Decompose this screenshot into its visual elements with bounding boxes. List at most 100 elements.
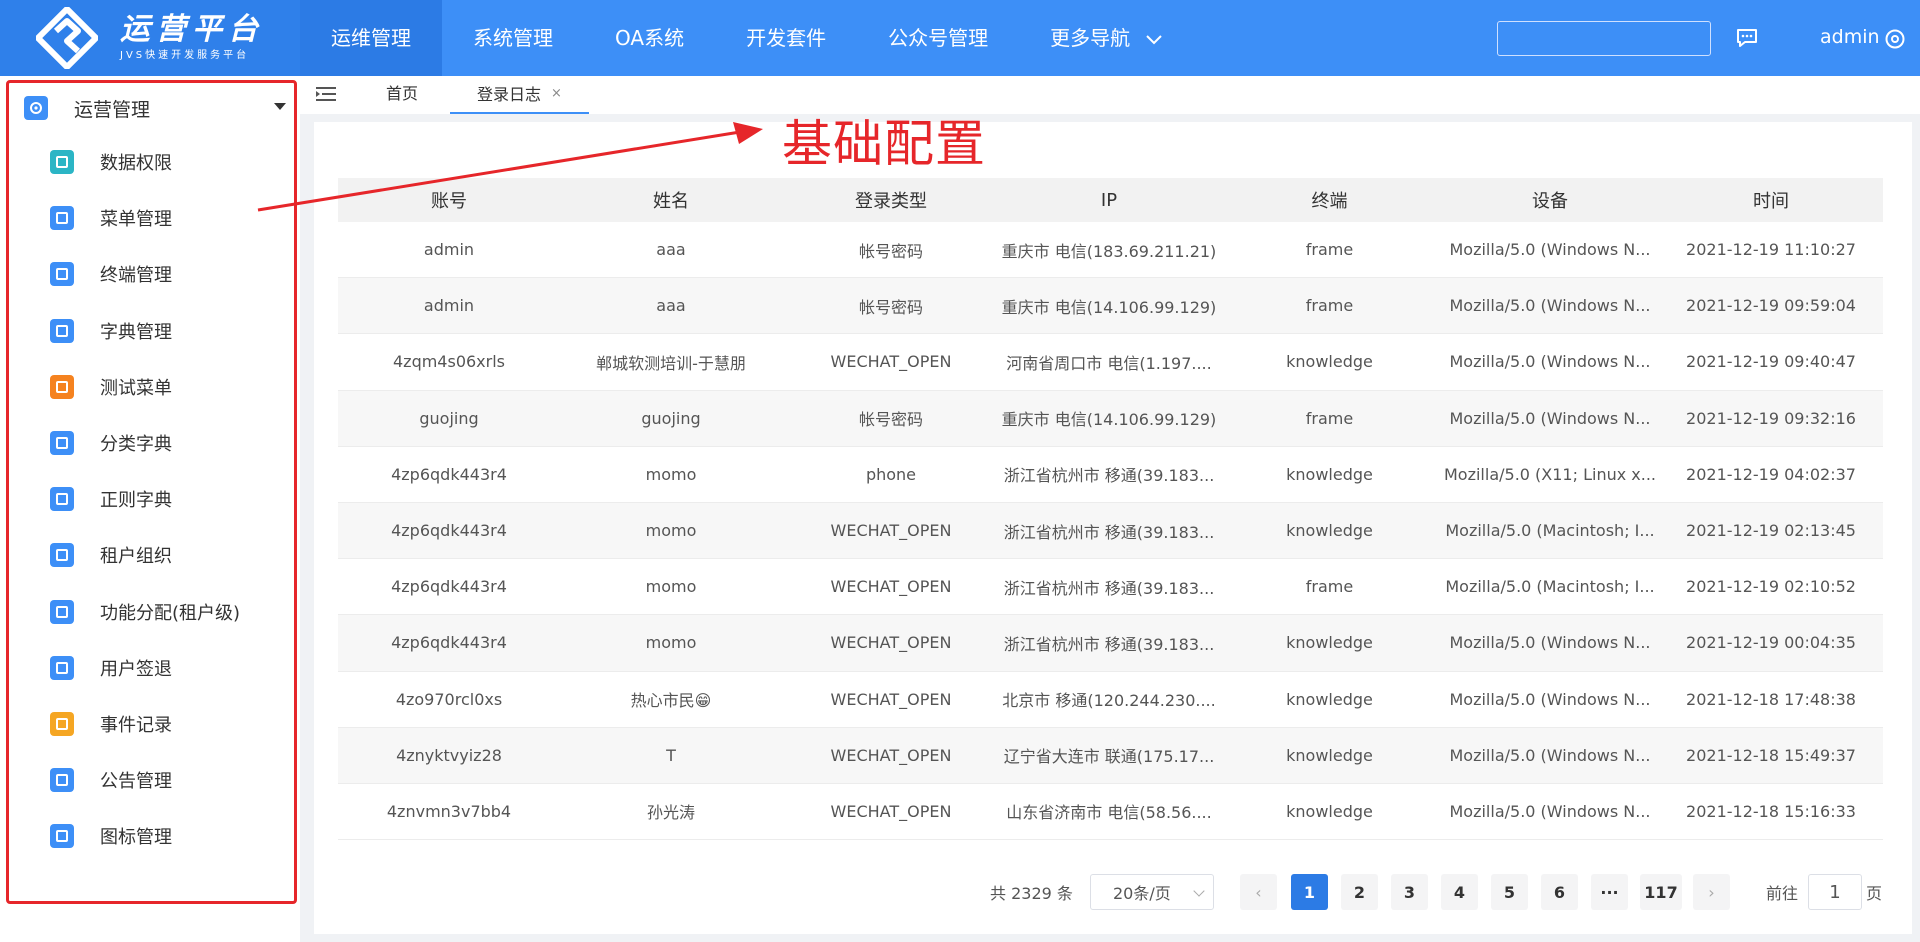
cell-device: Mozilla/5.0 (Windows N... bbox=[1449, 633, 1651, 653]
cell-account: 4zp6qdk443r4 bbox=[391, 464, 507, 484]
nav-system[interactable]: 系统管理 bbox=[442, 0, 584, 76]
sidebar-item-10[interactable]: 事件记录 bbox=[50, 704, 286, 744]
table-row[interactable]: 4znyktvyiz28 T WECHAT_OPEN 辽宁省大连市 联通(175.17… bbox=[338, 727, 1883, 784]
table-row[interactable]: admin aaa 帐号密码 重庆市 电信(183.69.211.21) frame Mo… bbox=[338, 222, 1883, 279]
page-button[interactable]: 117 bbox=[1640, 874, 1682, 910]
cell-time: 2021-12-19 09:32:16 bbox=[1686, 408, 1856, 428]
search-input[interactable] bbox=[1497, 21, 1711, 56]
sidebar-item-3[interactable]: 字典管理 bbox=[50, 311, 286, 351]
cell-device: Mozilla/5.0 (Windows N... bbox=[1449, 352, 1651, 372]
nav-devkit[interactable]: 开发套件 bbox=[715, 0, 857, 76]
sidebar-item-5[interactable]: 分类字典 bbox=[50, 423, 286, 463]
cell-time: 2021-12-19 02:10:52 bbox=[1686, 577, 1856, 597]
cell-ip: 北京市 移通(120.244.230.... bbox=[1002, 691, 1216, 711]
chevron-down-icon bbox=[1193, 885, 1205, 897]
column-header-ip[interactable]: IP bbox=[1000, 178, 1218, 222]
menu-item-icon bbox=[50, 768, 74, 793]
user-name[interactable]: admin bbox=[1820, 26, 1880, 48]
column-header-time[interactable]: 时间 bbox=[1659, 178, 1883, 222]
cell-ip: 河南省周口市 电信(1.197.... bbox=[1006, 353, 1212, 373]
sidebar-item-label: 分类字典 bbox=[100, 434, 172, 455]
column-header-account[interactable]: 账号 bbox=[338, 178, 560, 222]
table-row[interactable]: admin aaa 帐号密码 重庆市 电信(14.106.99.129) frame Mo… bbox=[338, 278, 1883, 335]
cell-login-type: 帐号密码 bbox=[858, 410, 923, 430]
sidebar-item-8[interactable]: 功能分配(租户级) bbox=[50, 592, 286, 632]
page-size-select[interactable]: 20条/页 bbox=[1090, 874, 1214, 910]
cell-login-type: WECHAT_OPEN bbox=[830, 745, 952, 765]
column-header-terminal[interactable]: 终端 bbox=[1218, 178, 1441, 222]
prev-page-button[interactable]: ‹ bbox=[1240, 874, 1277, 910]
cell-name: 孙光涛 bbox=[646, 803, 695, 823]
cell-ip: 浙江省杭州市 移通(39.183... bbox=[1003, 466, 1215, 486]
cell-terminal: knowledge bbox=[1286, 689, 1373, 709]
sidebar-group-ops[interactable]: 运营管理 bbox=[24, 90, 286, 126]
message-icon[interactable] bbox=[1736, 28, 1758, 48]
goto-page-input[interactable]: 1 bbox=[1808, 874, 1862, 910]
tab-home[interactable]: 首页 bbox=[364, 76, 440, 114]
cell-ip: 辽宁省大连市 联通(175.17... bbox=[1003, 747, 1215, 767]
table-row[interactable]: guojing guojing 帐号密码 重庆市 电信(14.106.99.129) f… bbox=[338, 390, 1883, 447]
tab-login-log[interactable]: 登录日志 × bbox=[450, 76, 589, 114]
next-page-button[interactable]: › bbox=[1693, 874, 1730, 910]
close-icon[interactable]: × bbox=[551, 86, 562, 101]
sidebar-item-1[interactable]: 菜单管理 bbox=[50, 198, 286, 238]
table-row[interactable]: 4zqm4s06xrls 郸城软测培训-于慧朋 WECHAT_OPEN 河南省周口市 … bbox=[338, 334, 1883, 391]
table-row[interactable]: 4zp6qdk443r4 momo WECHAT_OPEN 浙江省杭州市 移通(39.… bbox=[338, 615, 1883, 672]
cell-time: 2021-12-18 17:48:38 bbox=[1686, 689, 1856, 709]
cell-terminal: knowledge bbox=[1286, 521, 1373, 541]
cell-time: 2021-12-18 15:49:37 bbox=[1686, 745, 1856, 765]
cell-device: Mozilla/5.0 (Windows N... bbox=[1449, 296, 1651, 316]
sidebar-item-6[interactable]: 正则字典 bbox=[50, 479, 286, 519]
logo[interactable]: 运营平台 JVS快速开发服务平台 bbox=[0, 0, 300, 76]
table-row[interactable]: 4zp6qdk443r4 momo phone 浙江省杭州市 移通(39.183...… bbox=[338, 447, 1883, 503]
sidebar-item-12[interactable]: 图标管理 bbox=[50, 816, 286, 856]
nav-oa[interactable]: OA系统 bbox=[584, 0, 715, 76]
page-button[interactable]: 4 bbox=[1441, 874, 1478, 910]
column-header-device[interactable]: 设备 bbox=[1441, 178, 1659, 222]
cell-terminal: knowledge bbox=[1286, 801, 1373, 821]
sidebar-item-0[interactable]: 数据权限 bbox=[50, 142, 286, 182]
menu-item-icon bbox=[50, 150, 74, 174]
cell-account: 4znyktvyiz28 bbox=[396, 745, 502, 765]
column-header-name[interactable]: 姓名 bbox=[560, 178, 782, 222]
cell-login-type: 帐号密码 bbox=[858, 297, 923, 317]
logo-subtitle: JVS快速开发服务平台 bbox=[120, 50, 250, 61]
sidebar-item-2[interactable]: 终端管理 bbox=[50, 254, 286, 294]
sidebar-item-11[interactable]: 公告管理 bbox=[50, 760, 286, 800]
menu-item-icon bbox=[50, 599, 74, 624]
cell-device: Mozilla/5.0 (Macintosh; I... bbox=[1445, 521, 1655, 541]
cell-time: 2021-12-19 04:02:37 bbox=[1686, 464, 1856, 484]
table-row[interactable]: 4zo970rcl0xs 热心市民😁 WECHAT_OPEN 北京市 移通(120.2… bbox=[338, 672, 1883, 728]
column-header-login-type[interactable]: 登录类型 bbox=[782, 178, 1000, 222]
page-button[interactable]: 6 bbox=[1541, 874, 1578, 910]
caret-down-icon bbox=[274, 103, 286, 110]
cell-device: Mozilla/5.0 (Windows N... bbox=[1449, 408, 1651, 428]
menu-collapse-icon[interactable] bbox=[316, 86, 336, 102]
nav-ops[interactable]: 运维管理 bbox=[300, 0, 442, 76]
table-row[interactable]: 4zp6qdk443r4 momo WECHAT_OPEN 浙江省杭州市 移通(39.… bbox=[338, 559, 1883, 616]
chevron-down-icon bbox=[1146, 34, 1163, 44]
sidebar-item-label: 租户组织 bbox=[100, 546, 172, 568]
page-button[interactable]: 3 bbox=[1391, 874, 1428, 910]
page-button[interactable]: 2 bbox=[1341, 874, 1378, 910]
table-header: 账号 姓名 登录类型 IP 终端 设备 时间 bbox=[338, 178, 1883, 222]
page-button[interactable]: 1 bbox=[1291, 874, 1328, 910]
cell-login-type: WECHAT_OPEN bbox=[830, 801, 952, 821]
menu-item-icon bbox=[50, 374, 74, 399]
nav-more[interactable]: 更多导航 bbox=[1019, 0, 1193, 76]
table-row[interactable]: 4znvmn3v7bb4 孙光涛 WECHAT_OPEN 山东省济南市 电信(58.5… bbox=[338, 784, 1883, 841]
cell-terminal: knowledge bbox=[1286, 352, 1373, 372]
nav-official-account[interactable]: 公众号管理 bbox=[857, 0, 1019, 76]
cell-terminal: knowledge bbox=[1286, 633, 1373, 653]
table-row[interactable]: 4zp6qdk443r4 momo WECHAT_OPEN 浙江省杭州市 移通(39.… bbox=[338, 502, 1883, 560]
page-button[interactable]: 5 bbox=[1491, 874, 1528, 910]
settings-icon[interactable] bbox=[1884, 28, 1906, 50]
sidebar-item-9[interactable]: 用户签退 bbox=[50, 648, 286, 688]
sidebar-item-4[interactable]: 测试菜单 bbox=[50, 367, 286, 407]
cell-device: Mozilla/5.0 (Windows N... bbox=[1449, 745, 1651, 765]
sidebar-item-7[interactable]: 租户组织 bbox=[50, 535, 286, 575]
page-ellipsis[interactable]: ··· bbox=[1591, 874, 1628, 910]
cell-device: Mozilla/5.0 (X11; Linux x... bbox=[1443, 464, 1656, 484]
sidebar-item-label: 公告管理 bbox=[100, 771, 172, 793]
sidebar-item-label: 功能分配(租户级) bbox=[100, 602, 241, 624]
